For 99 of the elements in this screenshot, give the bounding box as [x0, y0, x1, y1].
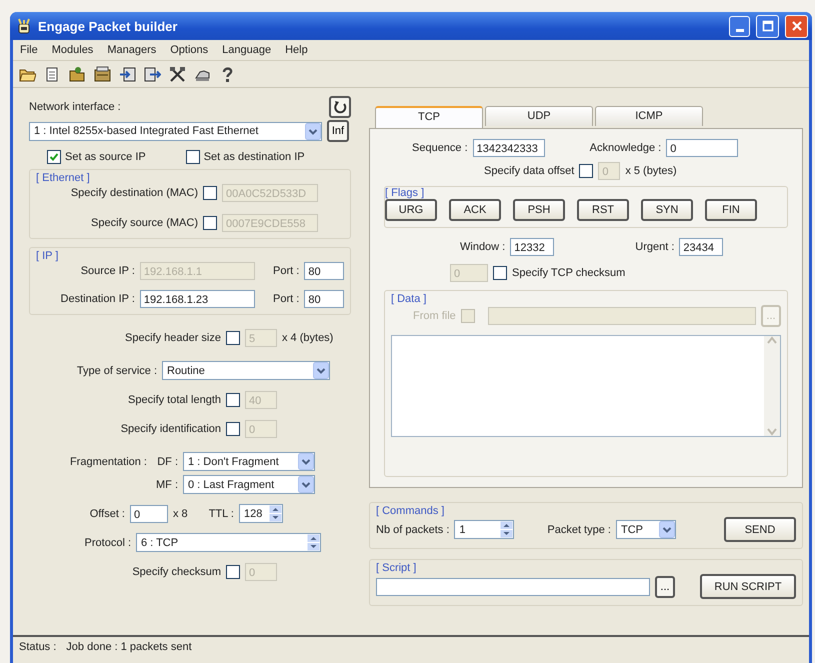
field-label: x 8 [173, 508, 188, 520]
spinner-arrows-icon[interactable] [307, 534, 320, 551]
app-icon [16, 18, 32, 34]
minimize-icon [736, 28, 744, 32]
field-label: From file [413, 310, 456, 322]
refresh-button[interactable] [329, 96, 351, 118]
field-label: Specify source (MAC) [90, 217, 198, 229]
checkbox[interactable] [47, 150, 61, 164]
dropdown[interactable]: 1 : Don't Fragment [183, 452, 315, 471]
minimize-button[interactable] [729, 16, 750, 36]
field-label: Window : [460, 241, 506, 253]
field-label: Network interface : [29, 101, 121, 113]
field-label: Type of service : [76, 364, 157, 376]
tab[interactable]: UDP [485, 106, 593, 126]
field-label: Specify data offset [484, 165, 574, 177]
field-label: Set as source IP [65, 151, 146, 163]
menu-item[interactable]: File [19, 44, 39, 56]
field-label: Nb of packets : [376, 524, 450, 536]
drawer-icon[interactable] [94, 66, 111, 82]
tools-icon[interactable] [169, 66, 186, 82]
field-label: x 4 (bytes) [282, 332, 334, 344]
field-label: TTL : [208, 508, 234, 520]
flag-button[interactable]: URG [385, 199, 437, 221]
status-label: Status : [19, 641, 56, 653]
field-label: Specify identification [120, 423, 221, 435]
export-icon[interactable] [144, 66, 161, 82]
input-field[interactable]: 23434 [679, 238, 724, 256]
checkbox[interactable] [186, 150, 200, 164]
flag-button[interactable]: SYN [641, 199, 693, 221]
section-title: [ Commands ] [376, 505, 444, 517]
run-script-button[interactable]: RUN SCRIPT [700, 574, 796, 599]
menu-item[interactable]: Help [284, 44, 309, 56]
scroll-up-icon [767, 336, 777, 344]
dropdown[interactable]: 0 : Last Fragment [183, 475, 315, 494]
scrollbar[interactable] [764, 336, 780, 436]
flag-button[interactable]: FIN [705, 199, 757, 221]
section-title: [ IP ] [36, 250, 58, 262]
maximize-button[interactable] [756, 14, 779, 38]
input-field[interactable]: 12332 [510, 238, 554, 256]
folder-icon[interactable] [69, 66, 86, 82]
field-label: Specify destination (MAC) [70, 187, 198, 199]
input-field[interactable]: 192.168.1.23 [140, 290, 255, 308]
field-label: Port : [272, 265, 300, 277]
field-label: Sequence : [412, 142, 468, 154]
status-text: Job done : 1 packets sent [66, 641, 192, 653]
field-label: x 5 (bytes) [625, 165, 677, 177]
refresh-icon [333, 100, 347, 114]
spinner-arrows-icon[interactable] [268, 505, 282, 522]
flag-button[interactable]: RST [577, 199, 629, 221]
menu-item[interactable]: Language [221, 44, 272, 56]
section-title: [ Script ] [376, 562, 416, 574]
field-label: Urgent : [635, 241, 674, 253]
field-label: Destination IP : [60, 293, 135, 305]
info-button[interactable]: Inf [327, 120, 349, 142]
field-label: Protocol : [84, 536, 131, 548]
field-label: Fragmentation : [68, 456, 147, 468]
section-title: [ Data ] [391, 293, 426, 305]
script-path-field[interactable] [376, 578, 650, 596]
input-field[interactable]: 0 [130, 504, 168, 522]
field-label: Offset : [88, 508, 125, 520]
import-icon[interactable] [119, 66, 136, 82]
file-path-field[interactable] [488, 307, 756, 325]
field-label: Packet type : [547, 524, 611, 536]
field-label: DF : [156, 456, 178, 468]
send-button[interactable]: SEND [724, 517, 796, 542]
flag-button[interactable]: PSH [513, 199, 565, 221]
dropdown[interactable]: Routine [162, 361, 330, 380]
section-title: [ Flags ] [385, 187, 424, 199]
close-button[interactable] [785, 14, 808, 38]
field-label: Specify header size [124, 332, 221, 344]
field-label: Source IP : [80, 265, 135, 277]
field-label: MF : [155, 478, 178, 490]
dropdown[interactable]: 1 : Intel 8255x-based Integrated Fast Ethernet [29, 122, 322, 140]
scroll-down-icon [767, 428, 777, 436]
dropdown[interactable]: 6 : TCP [136, 533, 321, 552]
tab[interactable]: ICMP [595, 106, 703, 126]
spin-field[interactable]: 1 [454, 520, 514, 539]
input-field[interactable]: 0 [666, 139, 738, 157]
menu-item[interactable]: Managers [106, 44, 158, 56]
close-icon [790, 20, 802, 32]
field-label: Specify TCP checksum [512, 267, 626, 279]
flag-button[interactable]: ACK [449, 199, 501, 221]
field-label: Specify total length [127, 394, 221, 406]
field-label: Specify checksum [131, 566, 221, 578]
browse-button[interactable]: ... [655, 576, 675, 598]
section-title: [ Ethernet ] [36, 172, 90, 184]
field-label: Set as destination IP [204, 151, 305, 163]
spin-field[interactable]: 128 [238, 504, 283, 523]
tab[interactable]: TCP [375, 106, 483, 128]
input-field[interactable]: 80 [304, 290, 344, 308]
input-field[interactable]: 1342342333 [472, 139, 545, 157]
menu-item[interactable]: Options [169, 44, 210, 56]
field-label: Acknowledge : [590, 142, 662, 154]
spinner-arrows-icon[interactable] [500, 521, 514, 538]
menu-item[interactable]: Modules [50, 44, 94, 56]
field-label: Port : [272, 293, 300, 305]
maximize-icon [762, 20, 774, 32]
dropdown[interactable]: TCP [616, 520, 676, 539]
window-title: Engage Packet builder [38, 18, 178, 34]
